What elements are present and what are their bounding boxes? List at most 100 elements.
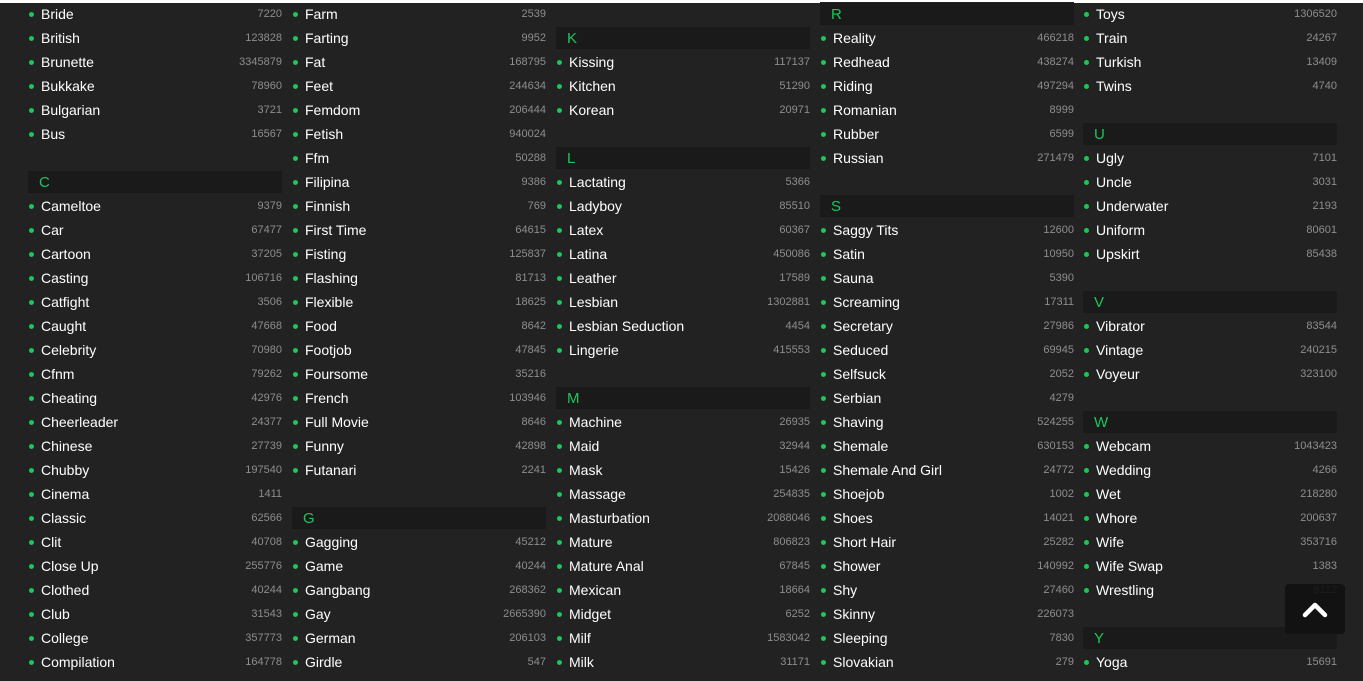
category-link[interactable]: Masturbation 2088046 bbox=[556, 506, 810, 530]
category-link[interactable]: Clothed 40244 bbox=[28, 578, 282, 602]
category-link[interactable]: Footjob 47845 bbox=[292, 338, 546, 362]
category-link[interactable]: Chubby 197540 bbox=[28, 458, 282, 482]
category-link[interactable]: Uncle 3031 bbox=[1083, 170, 1337, 194]
category-link[interactable]: Cinema 1411 bbox=[28, 482, 282, 506]
category-link[interactable]: Shy 27460 bbox=[820, 578, 1074, 602]
category-link[interactable]: Serbian 4279 bbox=[820, 386, 1074, 410]
category-link[interactable]: Fetish 940024 bbox=[292, 122, 546, 146]
category-link[interactable]: Wet 218280 bbox=[1083, 482, 1337, 506]
category-link[interactable]: Classic 62566 bbox=[28, 506, 282, 530]
category-link[interactable]: Mexican 18664 bbox=[556, 578, 810, 602]
category-link[interactable]: Fisting 125837 bbox=[292, 242, 546, 266]
category-link[interactable]: Kitchen 51290 bbox=[556, 74, 810, 98]
category-link[interactable]: Latex 60367 bbox=[556, 218, 810, 242]
category-link[interactable]: Clit 40708 bbox=[28, 530, 282, 554]
category-link[interactable]: Mature Anal 67845 bbox=[556, 554, 810, 578]
category-link[interactable]: Shoejob 1002 bbox=[820, 482, 1074, 506]
category-link[interactable]: Korean 20971 bbox=[556, 98, 810, 122]
category-link[interactable]: Compilation 164778 bbox=[28, 650, 282, 674]
category-link[interactable]: Riding 497294 bbox=[820, 74, 1074, 98]
category-link[interactable]: Celebrity 70980 bbox=[28, 338, 282, 362]
scroll-to-top-button[interactable] bbox=[1285, 584, 1345, 634]
category-link[interactable]: Secretary 27986 bbox=[820, 314, 1074, 338]
category-link[interactable]: Short Hair 25282 bbox=[820, 530, 1074, 554]
category-link[interactable]: Sauna 5390 bbox=[820, 266, 1074, 290]
category-link[interactable]: Club 31543 bbox=[28, 602, 282, 626]
category-link[interactable]: Satin 10950 bbox=[820, 242, 1074, 266]
category-link[interactable]: French 103946 bbox=[292, 386, 546, 410]
category-link[interactable]: Kissing 117137 bbox=[556, 50, 810, 74]
category-link[interactable]: Bride 7220 bbox=[28, 2, 282, 26]
category-link[interactable]: Uniform 80601 bbox=[1083, 218, 1337, 242]
category-link[interactable]: Feet 244634 bbox=[292, 74, 546, 98]
category-link[interactable]: Finnish 769 bbox=[292, 194, 546, 218]
category-link[interactable]: Saggy Tits 12600 bbox=[820, 218, 1074, 242]
category-link[interactable]: Wedding 4266 bbox=[1083, 458, 1337, 482]
category-link[interactable]: Yoga 15691 bbox=[1083, 650, 1337, 674]
category-link[interactable]: Latina 450086 bbox=[556, 242, 810, 266]
category-link[interactable]: Foursome 35216 bbox=[292, 362, 546, 386]
category-link[interactable]: First Time 64615 bbox=[292, 218, 546, 242]
category-link[interactable]: Cheerleader 24377 bbox=[28, 410, 282, 434]
category-link[interactable]: Slovakian 279 bbox=[820, 650, 1074, 674]
category-link[interactable]: Skinny 226073 bbox=[820, 602, 1074, 626]
category-link[interactable]: Shaving 524255 bbox=[820, 410, 1074, 434]
category-link[interactable]: Upskirt 85438 bbox=[1083, 242, 1337, 266]
category-link[interactable]: Midget 6252 bbox=[556, 602, 810, 626]
category-link[interactable]: Flexible 18625 bbox=[292, 290, 546, 314]
category-link[interactable]: Bukkake 78960 bbox=[28, 74, 282, 98]
category-link[interactable]: Lactating 5366 bbox=[556, 170, 810, 194]
category-link[interactable]: Wife Swap 1383 bbox=[1083, 554, 1337, 578]
category-link[interactable]: Caught 47668 bbox=[28, 314, 282, 338]
category-link[interactable]: Gay 2665390 bbox=[292, 602, 546, 626]
category-link[interactable]: Gangbang 268362 bbox=[292, 578, 546, 602]
category-link[interactable]: Selfsuck 2052 bbox=[820, 362, 1074, 386]
category-link[interactable]: Lesbian Seduction 4454 bbox=[556, 314, 810, 338]
category-link[interactable]: Lingerie 415553 bbox=[556, 338, 810, 362]
category-link[interactable]: Massage 254835 bbox=[556, 482, 810, 506]
category-link[interactable]: Voyeur 323100 bbox=[1083, 362, 1337, 386]
category-link[interactable]: Farm 2539 bbox=[292, 2, 546, 26]
category-link[interactable]: Cameltoe 9379 bbox=[28, 194, 282, 218]
category-link[interactable]: Wife 353716 bbox=[1083, 530, 1337, 554]
category-link[interactable]: Shemale And Girl 24772 bbox=[820, 458, 1074, 482]
category-link[interactable]: Mature 806823 bbox=[556, 530, 810, 554]
category-link[interactable]: Ugly 7101 bbox=[1083, 146, 1337, 170]
category-link[interactable]: Girdle 547 bbox=[292, 650, 546, 674]
category-link[interactable]: Casting 106716 bbox=[28, 266, 282, 290]
category-link[interactable]: Milk 31171 bbox=[556, 650, 810, 674]
category-link[interactable]: Cheating 42976 bbox=[28, 386, 282, 410]
category-link[interactable]: Bus 16567 bbox=[28, 122, 282, 146]
category-link[interactable]: Game 40244 bbox=[292, 554, 546, 578]
category-link[interactable]: Screaming 17311 bbox=[820, 290, 1074, 314]
category-link[interactable]: Redhead 438274 bbox=[820, 50, 1074, 74]
category-link[interactable]: Vintage 240215 bbox=[1083, 338, 1337, 362]
category-link[interactable]: Close Up 255776 bbox=[28, 554, 282, 578]
category-link[interactable]: Seduced 69945 bbox=[820, 338, 1074, 362]
category-link[interactable]: Shower 140992 bbox=[820, 554, 1074, 578]
category-link[interactable]: Funny 42898 bbox=[292, 434, 546, 458]
category-link[interactable]: Gagging 45212 bbox=[292, 530, 546, 554]
category-link[interactable]: Rubber 6599 bbox=[820, 122, 1074, 146]
category-link[interactable]: Catfight 3506 bbox=[28, 290, 282, 314]
category-link[interactable]: Underwater 2193 bbox=[1083, 194, 1337, 218]
category-link[interactable]: Toys 1306520 bbox=[1083, 2, 1337, 26]
category-link[interactable]: Twins 4740 bbox=[1083, 74, 1337, 98]
category-link[interactable]: Futanari 2241 bbox=[292, 458, 546, 482]
category-link[interactable]: Fat 168795 bbox=[292, 50, 546, 74]
category-link[interactable]: Reality 466218 bbox=[820, 26, 1074, 50]
category-link[interactable]: Leather 17589 bbox=[556, 266, 810, 290]
category-link[interactable]: Jerking79213 bbox=[556, 0, 810, 2]
category-link[interactable]: Ffm 50288 bbox=[292, 146, 546, 170]
category-link[interactable]: Lesbian 1302881 bbox=[556, 290, 810, 314]
category-link[interactable]: Turkish 13409 bbox=[1083, 50, 1337, 74]
category-link[interactable]: Bulgarian 3721 bbox=[28, 98, 282, 122]
category-link[interactable]: Shoes 14021 bbox=[820, 506, 1074, 530]
category-link[interactable]: Vibrator 83544 bbox=[1083, 314, 1337, 338]
category-link[interactable]: Whore 200637 bbox=[1083, 506, 1337, 530]
category-link[interactable]: Brunette 3345879 bbox=[28, 50, 282, 74]
category-link[interactable]: Car 67477 bbox=[28, 218, 282, 242]
category-link[interactable]: Maid 32944 bbox=[556, 434, 810, 458]
category-link[interactable]: Cartoon 37205 bbox=[28, 242, 282, 266]
category-link[interactable]: Machine 26935 bbox=[556, 410, 810, 434]
